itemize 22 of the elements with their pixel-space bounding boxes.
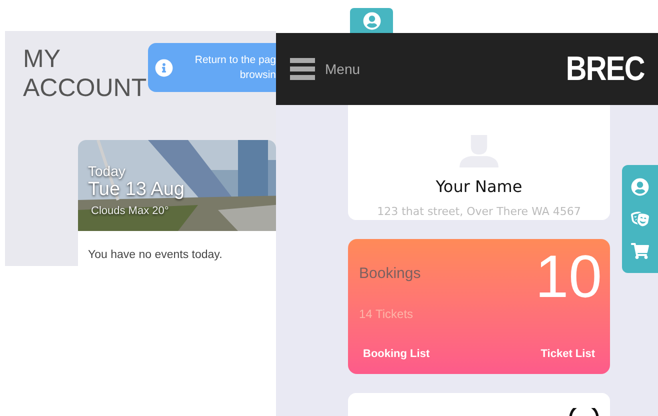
date-text: Tue 13 Aug (88, 179, 184, 201)
booking-list-link[interactable]: Booking List (363, 346, 430, 362)
bookings-title: Bookings (359, 264, 421, 284)
cart-icon[interactable] (631, 242, 649, 260)
brand-logo: BREC (566, 51, 644, 87)
weather-text: Clouds Max 20° (91, 204, 169, 219)
bookings-count: 10 (535, 245, 602, 309)
info-banner[interactable]: Return to the pag browsin (148, 43, 276, 92)
no-events-text: You have no events today. (88, 248, 222, 262)
user-icon (362, 12, 380, 30)
info-icon (155, 58, 173, 76)
menu-button[interactable]: Menu (290, 58, 360, 80)
tickets-count: 14 Tickets (359, 306, 414, 323)
page-title: MY ACCOUNT (23, 45, 147, 103)
masks-icon[interactable] (631, 210, 649, 228)
ticket-list-link[interactable]: Ticket List (540, 346, 595, 362)
user-icon[interactable] (631, 178, 649, 196)
day-label: Today (88, 164, 126, 179)
banner-text: Return to the pag browsin (194, 52, 276, 82)
user-address: 123 that street, Over There WA 4567 (377, 204, 581, 220)
user-name: Your Name (436, 176, 522, 198)
menu-icon (290, 58, 315, 80)
